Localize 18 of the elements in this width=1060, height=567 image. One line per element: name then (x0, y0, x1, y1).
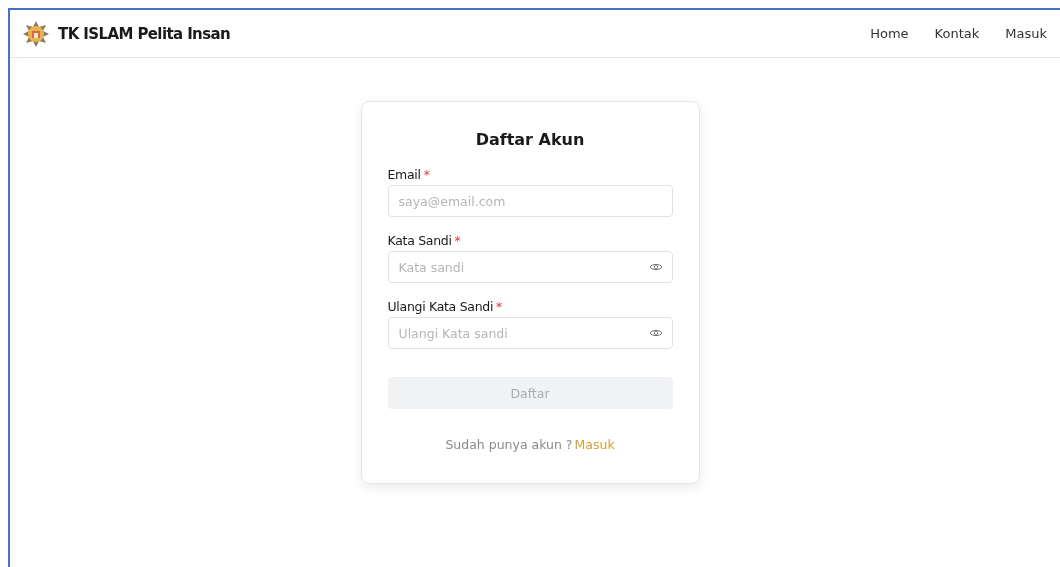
brand-name: TK ISLAM Pelita Insan (58, 24, 231, 43)
password-field[interactable]: Kata sandi (387, 251, 673, 283)
field-label: Kata Sandi * (387, 233, 462, 248)
required-mark: * (496, 299, 503, 314)
password-field[interactable]: Ulangi Kata sandi (387, 317, 673, 349)
eye-icon[interactable] (648, 262, 663, 272)
nav-link[interactable]: Masuk (992, 26, 1060, 41)
form-title: Daftar Akun (474, 130, 586, 149)
login-prompt: Sudah punya akun ? (445, 437, 573, 452)
field-label: Email * (387, 167, 431, 182)
logo-icon (22, 19, 50, 48)
email-field[interactable]: saya@email.com (387, 185, 673, 217)
required-mark: * (454, 233, 461, 248)
required-mark: * (423, 167, 430, 182)
nav-link[interactable]: Kontak (921, 26, 993, 41)
nav-link[interactable]: Home (857, 26, 922, 41)
field-label: Ulangi Kata Sandi * (387, 299, 504, 314)
eye-icon[interactable] (648, 328, 663, 338)
